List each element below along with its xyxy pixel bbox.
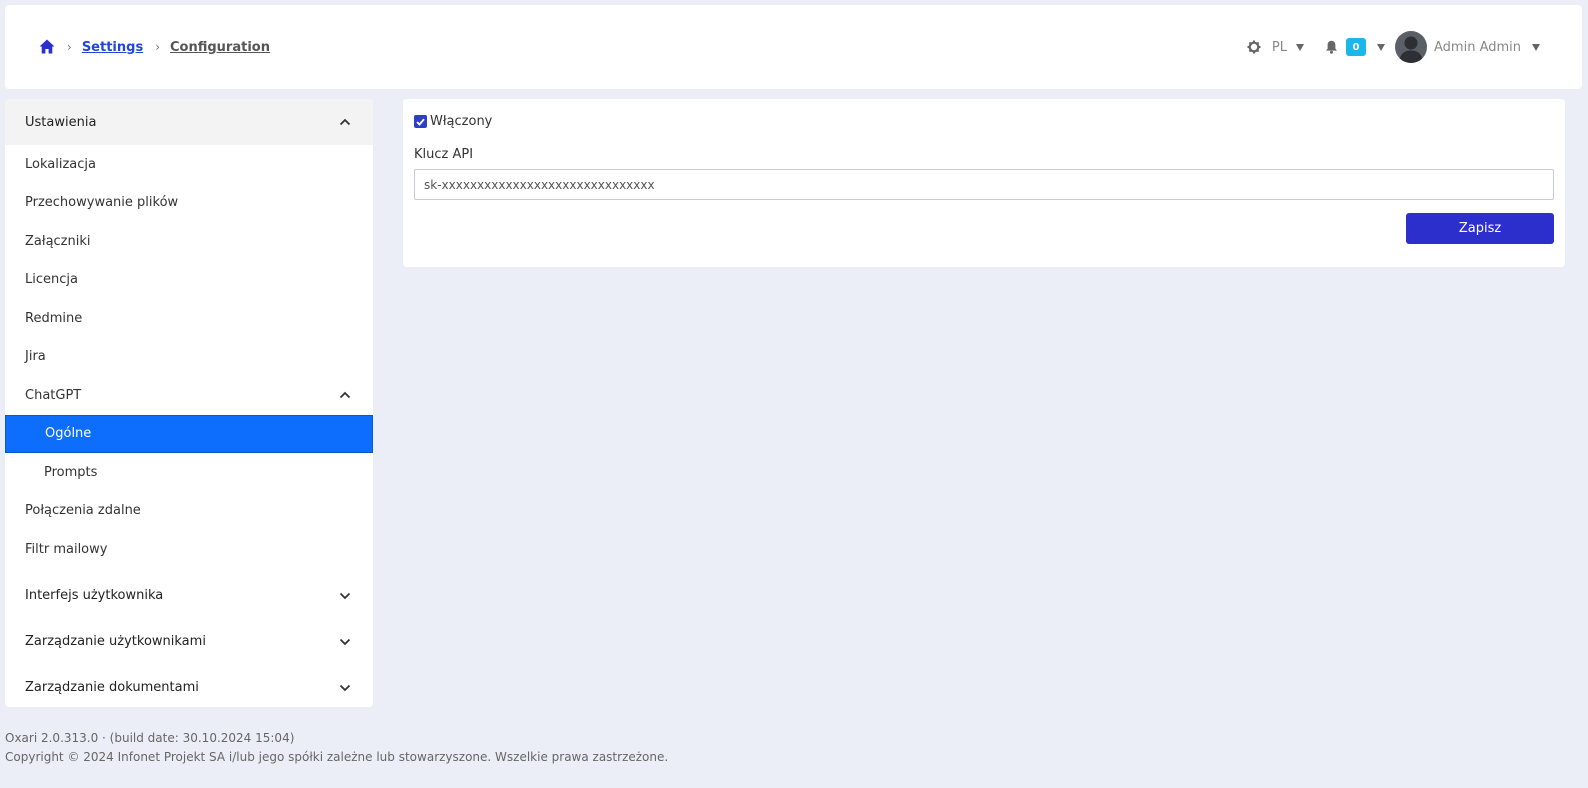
- enabled-checkbox-row[interactable]: Włączony: [414, 114, 492, 129]
- sidebar-item-chatgpt[interactable]: ChatGPT: [5, 376, 373, 415]
- sidebar-item-zalaczniki[interactable]: Załączniki: [5, 222, 373, 261]
- avatar[interactable]: [1395, 31, 1427, 63]
- breadcrumb-separator: ›: [155, 40, 160, 54]
- bell-icon[interactable]: [1325, 40, 1338, 54]
- sidebar-item-jira[interactable]: Jira: [5, 338, 373, 377]
- sidebar-section-label: Ustawienia: [25, 114, 97, 130]
- sidebar-item-lokalizacja[interactable]: Lokalizacja: [5, 145, 373, 184]
- sidebar-item-label: Filtr mailowy: [25, 541, 108, 557]
- top-header: › Settings › Configuration PL 0 Admin Ad…: [5, 5, 1582, 89]
- sidebar-item-label: Załączniki: [25, 233, 91, 249]
- sidebar-section-ustawienia[interactable]: Ustawienia: [5, 99, 373, 145]
- language-selector[interactable]: PL: [1272, 40, 1287, 55]
- sidebar-section-label: Zarządzanie użytkownikami: [25, 634, 206, 649]
- notification-count-badge[interactable]: 0: [1346, 38, 1366, 56]
- home-icon[interactable]: [39, 39, 55, 55]
- sidebar-section-interfejs-uzytkownika[interactable]: Interfejs użytkownika: [5, 573, 373, 619]
- breadcrumb: › Settings › Configuration: [39, 39, 270, 55]
- user-name[interactable]: Admin Admin: [1434, 40, 1521, 55]
- breadcrumb-settings-link[interactable]: Settings: [82, 40, 143, 55]
- settings-sidebar: Ustawienia Lokalizacja Przechowywanie pl…: [5, 99, 373, 707]
- sidebar-item-ogolne[interactable]: Ogólne: [5, 414, 373, 453]
- sidebar-item-polaczenia-zdalne[interactable]: Połączenia zdalne: [5, 492, 373, 531]
- chevron-down-icon: [339, 638, 351, 645]
- enabled-label[interactable]: Włączony: [430, 114, 492, 129]
- sidebar-item-filtr-mailowy[interactable]: Filtr mailowy: [5, 530, 373, 569]
- sidebar-section-zarzadzanie-dokumentami[interactable]: Zarządzanie dokumentami: [5, 665, 373, 708]
- sidebar-item-label: ChatGPT: [25, 387, 82, 403]
- sidebar-item-label: Prompts: [44, 464, 98, 480]
- breadcrumb-configuration-link[interactable]: Configuration: [170, 40, 270, 55]
- chatgpt-settings-card: Włączony Klucz API Zapisz: [403, 99, 1565, 267]
- chevron-up-icon: [339, 118, 351, 126]
- sidebar-item-label: Licencja: [25, 272, 78, 288]
- copyright-text: Copyright © 2024 Infonet Projekt SA i/lu…: [5, 750, 669, 764]
- enabled-checkbox[interactable]: [414, 115, 427, 128]
- sidebar-section-label: Interfejs użytkownika: [25, 588, 164, 603]
- sidebar-item-licencja[interactable]: Licencja: [5, 261, 373, 300]
- chevron-down-icon: [339, 592, 351, 599]
- api-key-label: Klucz API: [414, 147, 474, 162]
- footer: Oxari 2.0.313.0 · (build date: 30.10.202…: [5, 729, 668, 767]
- sidebar-item-przechowywanie-plikow[interactable]: Przechowywanie plików: [5, 184, 373, 223]
- chevron-up-icon: [339, 391, 351, 399]
- caret-down-icon[interactable]: [1296, 43, 1304, 51]
- sidebar-section-zarzadzanie-uzytkownikami[interactable]: Zarządzanie użytkownikami: [5, 619, 373, 665]
- sidebar-item-label: Połączenia zdalne: [25, 503, 141, 519]
- breadcrumb-separator: ›: [67, 40, 72, 54]
- caret-down-icon[interactable]: [1377, 43, 1385, 51]
- version-info: Oxari 2.0.313.0 · (build date: 30.10.202…: [5, 731, 295, 745]
- sidebar-item-label: Lokalizacja: [25, 156, 96, 172]
- sidebar-item-redmine[interactable]: Redmine: [5, 299, 373, 338]
- sidebar-item-label: Redmine: [25, 310, 83, 326]
- sidebar-item-label: Jira: [25, 349, 46, 365]
- gear-icon[interactable]: [1247, 40, 1261, 54]
- chevron-down-icon: [339, 684, 351, 691]
- sidebar-item-label: Ogólne: [45, 426, 92, 442]
- header-toolbar: PL 0 Admin Admin: [1247, 31, 1582, 63]
- sidebar-item-prompts[interactable]: Prompts: [5, 453, 373, 492]
- save-button[interactable]: Zapisz: [1406, 213, 1554, 244]
- sidebar-section-label: Zarządzanie dokumentami: [25, 680, 199, 695]
- caret-down-icon[interactable]: [1532, 43, 1540, 51]
- api-key-input[interactable]: [414, 169, 1554, 200]
- sidebar-item-label: Przechowywanie plików: [25, 195, 179, 211]
